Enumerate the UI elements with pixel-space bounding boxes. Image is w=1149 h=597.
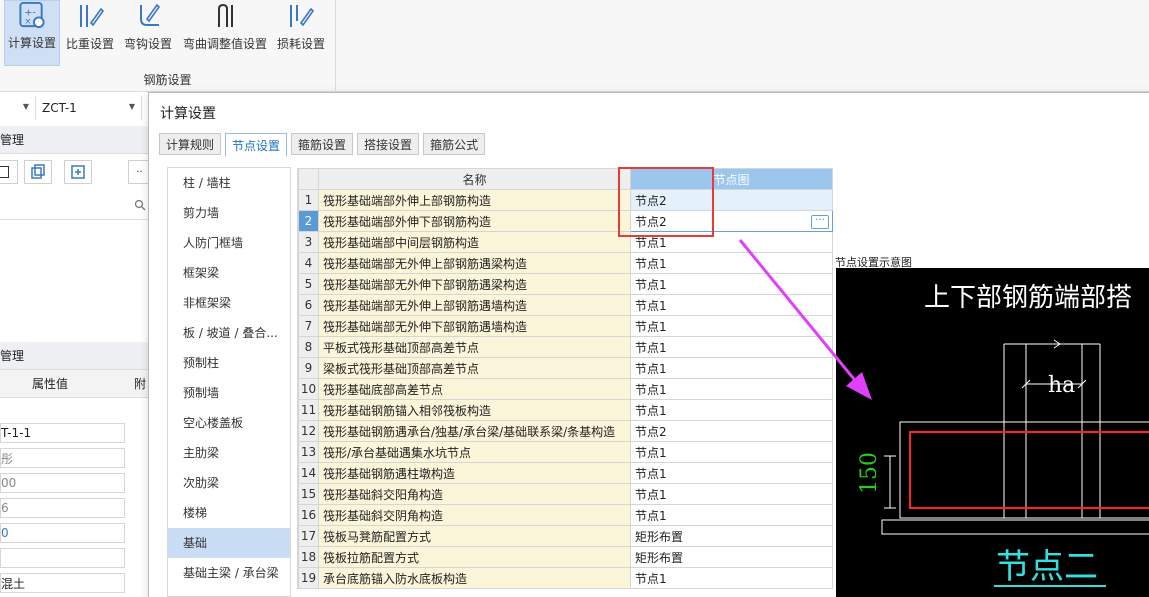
annotation-arrow	[738, 239, 872, 400]
arrow-line	[738, 239, 860, 385]
